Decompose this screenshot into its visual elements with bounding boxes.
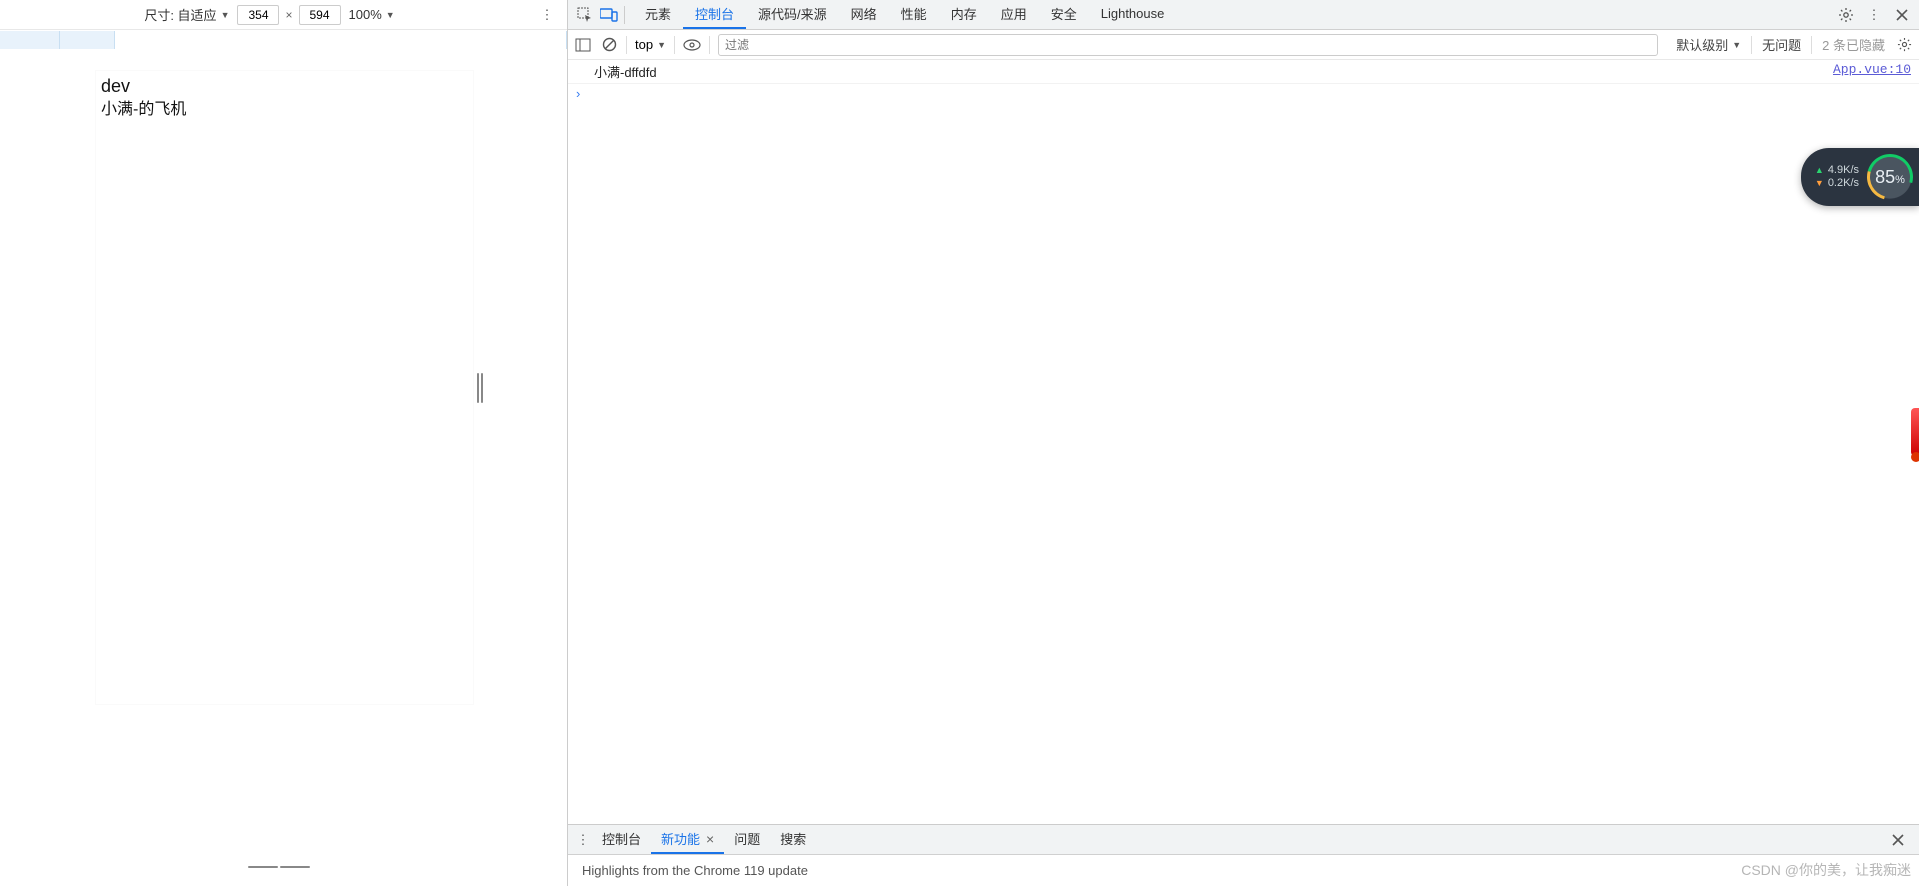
zoom-select[interactable]: 100% ▼ [349,7,395,22]
chevron-down-icon: ▼ [386,10,395,20]
side-indicator-dot [1911,452,1919,462]
drawer-tabs: ⋮ 控制台 新功能 × 问题 搜索 [568,825,1919,855]
horizontal-ruler [0,31,567,51]
console-output: 小满-dffdfd App.vue:10 › [568,60,1919,824]
tab-application[interactable]: 应用 [989,0,1039,29]
context-select[interactable]: top ▼ [635,37,666,52]
settings-gear-icon[interactable] [1837,6,1855,24]
chevron-down-icon: ▼ [221,10,230,20]
preview-area: dev 小满-的飞机 [0,30,567,886]
preview-frame: dev 小满-的飞机 [96,71,473,704]
arrow-down-icon: ▼ [1815,179,1824,188]
drawer-tab-search[interactable]: 搜索 [770,825,816,854]
drawer-body: Highlights from the Chrome 119 update [568,855,1919,886]
tab-sources[interactable]: 源代码/来源 [746,0,839,29]
log-message: 小满-dffdfd [594,62,1833,81]
arrow-up-icon: ▲ [1815,166,1824,175]
chevron-right-icon: › [576,86,590,101]
preview-text-2: 小满-的飞机 [101,99,468,121]
log-entry: 小满-dffdfd App.vue:10 [568,60,1919,84]
download-rate: 0.2K/s [1828,178,1859,189]
console-settings-gear-icon[interactable] [1895,36,1913,54]
clear-console-icon[interactable] [600,36,618,54]
toggle-device-icon[interactable] [600,6,618,24]
drawer-tab-label: 新功能 [661,829,700,848]
devtools-drawer: ⋮ 控制台 新功能 × 问题 搜索 Highlights from the Ch… [568,824,1919,886]
console-toolbar: top ▼ 默认级别 ▼ 无问题 2 条已隐藏 [568,30,1919,60]
context-label: top [635,37,653,52]
device-toolbar: 尺寸: 自适应 ▼ × 100% ▼ ⋮ [0,0,567,30]
log-level-label: 默认级别 [1676,35,1728,54]
close-icon[interactable]: × [706,831,714,847]
drawer-tab-console[interactable]: 控制台 [592,825,651,854]
zoom-label: 100% [349,7,382,22]
usage-gauge: 85% [1865,152,1915,202]
tab-console[interactable]: 控制台 [683,0,746,29]
issues-label[interactable]: 无问题 [1762,35,1801,54]
height-input[interactable] [299,5,341,25]
tab-lighthouse[interactable]: Lighthouse [1089,0,1177,29]
device-select[interactable]: 尺寸: 自适应 ▼ [144,5,229,24]
hidden-count[interactable]: 2 条已隐藏 [1822,35,1885,54]
close-devtools-icon[interactable] [1893,6,1911,24]
watermark: CSDN @你的美，让我痴迷 [1741,860,1911,880]
devtools-tabs: 元素 控制台 源代码/来源 网络 性能 内存 应用 安全 Lighthouse [633,0,1176,29]
whatsnew-heading: Highlights from the Chrome 119 update [582,863,808,878]
log-source-link[interactable]: App.vue:10 [1833,62,1911,81]
close-drawer-icon[interactable] [1891,833,1913,847]
tab-memory[interactable]: 内存 [939,0,989,29]
chevron-down-icon: ▼ [1732,40,1741,50]
tab-performance[interactable]: 性能 [889,0,939,29]
devtools-panel: 元素 控制台 源代码/来源 网络 性能 内存 应用 安全 Lighthouse … [567,0,1919,886]
devtools-tabs-bar: 元素 控制台 源代码/来源 网络 性能 内存 应用 安全 Lighthouse … [568,0,1919,30]
width-input[interactable] [237,5,279,25]
chevron-down-icon: ▼ [657,40,666,50]
device-more-icon[interactable]: ⋮ [537,7,557,23]
live-expression-icon[interactable] [683,36,701,54]
toggle-sidebar-icon[interactable] [574,36,592,54]
tab-elements[interactable]: 元素 [633,0,683,29]
upload-rate: 4.9K/s [1828,165,1859,176]
side-indicator [1911,408,1919,456]
device-size-label: 尺寸: 自适应 [144,5,216,24]
drawer-tab-issues[interactable]: 问题 [724,825,770,854]
drawer-tab-whatsnew[interactable]: 新功能 × [651,825,724,854]
tab-security[interactable]: 安全 [1039,0,1089,29]
network-monitor-widget[interactable]: ▲ 4.9K/s ▼ 0.2K/s 85% [1801,148,1919,206]
log-level-select[interactable]: 默认级别 ▼ [1676,35,1741,54]
tab-network[interactable]: 网络 [839,0,889,29]
resize-handle-bottom[interactable] [90,860,467,874]
resize-handle-right[interactable] [474,371,486,405]
devtools-more-icon[interactable]: ⋮ [1865,6,1883,24]
console-filter-input[interactable] [718,34,1658,56]
preview-text-1: dev [101,74,468,99]
device-emulator-panel: 尺寸: 自适应 ▼ × 100% ▼ ⋮ dev [0,0,567,886]
console-prompt[interactable]: › [568,84,1919,103]
element-picker-icon[interactable] [576,6,594,24]
drawer-more-icon[interactable]: ⋮ [574,831,592,849]
dimension-separator: × [283,8,294,22]
